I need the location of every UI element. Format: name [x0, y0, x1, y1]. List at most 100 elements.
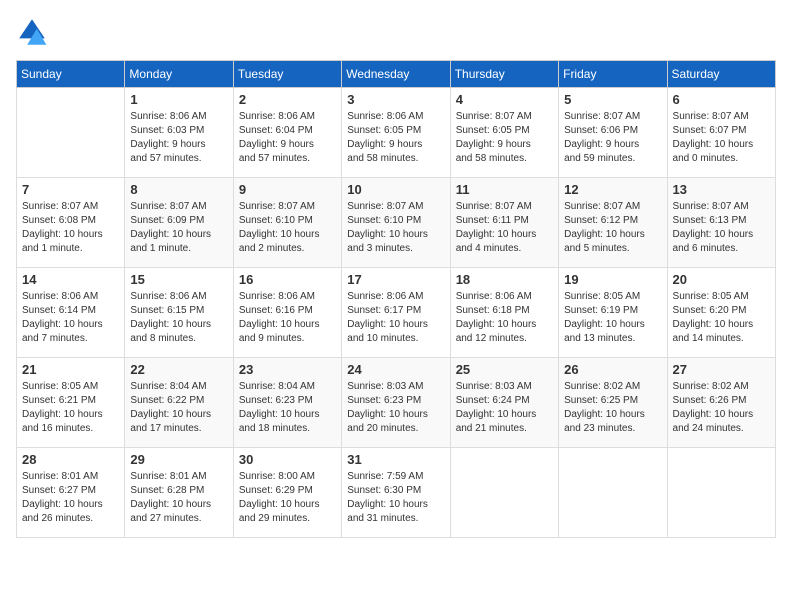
day-info: Sunrise: 8:06 AM Sunset: 6:18 PM Dayligh… — [456, 290, 553, 346]
day-info: Sunrise: 8:06 AM Sunset: 6:15 PM Dayligh… — [130, 290, 227, 346]
day-number: 5 — [564, 92, 661, 107]
calendar-cell — [559, 448, 667, 538]
calendar-cell: 14Sunrise: 8:06 AM Sunset: 6:14 PM Dayli… — [17, 268, 125, 358]
day-info: Sunrise: 7:59 AM Sunset: 6:30 PM Dayligh… — [347, 470, 444, 526]
day-info: Sunrise: 8:04 AM Sunset: 6:23 PM Dayligh… — [239, 380, 336, 436]
calendar-cell: 15 Sunrise: 8:06 AM Sunset: 6:15 PM Dayli… — [125, 268, 233, 358]
calendar-cell: 5Sunrise: 8:07 AM Sunset: 6:06 PM Daylig… — [559, 88, 667, 178]
day-number: 17 — [347, 272, 444, 287]
day-of-week-header: Saturday — [667, 61, 775, 88]
day-info: Sunrise: 8:06 AM Sunset: 6:05 PM Dayligh… — [347, 110, 444, 166]
calendar-cell: 20 Sunrise: 8:05 AM Sunset: 6:20 PM Dayli… — [667, 268, 775, 358]
day-info: Sunrise: 8:07 AM Sunset: 6:10 PM Dayligh… — [239, 200, 336, 256]
day-number: 11 — [456, 182, 553, 197]
calendar-cell: 2 Sunrise: 8:06 AM Sunset: 6:04 PM Daylig… — [233, 88, 341, 178]
day-info: Sunrise: 8:01 AM Sunset: 6:27 PM Dayligh… — [22, 470, 119, 526]
day-of-week-header: Wednesday — [342, 61, 450, 88]
calendar-cell: 1 Sunrise: 8:06 AM Sunset: 6:03 PM Daylig… — [125, 88, 233, 178]
calendar-cell: 17Sunrise: 8:06 AM Sunset: 6:17 PM Dayli… — [342, 268, 450, 358]
day-number: 19 — [564, 272, 661, 287]
day-info: Sunrise: 8:00 AM Sunset: 6:29 PM Dayligh… — [239, 470, 336, 526]
day-number: 9 — [239, 182, 336, 197]
day-number: 1 — [130, 92, 227, 107]
calendar-cell: 24Sunrise: 8:03 AM Sunset: 6:23 PM Dayli… — [342, 358, 450, 448]
day-number: 28 — [22, 452, 119, 467]
calendar-cell: 30Sunrise: 8:00 AM Sunset: 6:29 PM Dayli… — [233, 448, 341, 538]
day-of-week-header: Sunday — [17, 61, 125, 88]
calendar-week-row: 21 Sunrise: 8:05 AM Sunset: 6:21 PM Dayli… — [17, 358, 776, 448]
day-number: 22 — [130, 362, 227, 377]
day-of-week-header: Tuesday — [233, 61, 341, 88]
calendar-cell: 26Sunrise: 8:02 AM Sunset: 6:25 PM Dayli… — [559, 358, 667, 448]
calendar-cell: 7 Sunrise: 8:07 AM Sunset: 6:08 PM Daylig… — [17, 178, 125, 268]
day-number: 21 — [22, 362, 119, 377]
calendar-cell: 8 Sunrise: 8:07 AM Sunset: 6:09 PM Daylig… — [125, 178, 233, 268]
calendar-cell: 9 Sunrise: 8:07 AM Sunset: 6:10 PM Daylig… — [233, 178, 341, 268]
day-info: Sunrise: 8:05 AM Sunset: 6:21 PM Dayligh… — [22, 380, 119, 436]
day-number: 20 — [673, 272, 770, 287]
day-info: Sunrise: 8:07 AM Sunset: 6:13 PM Dayligh… — [673, 200, 770, 256]
calendar-cell: 19 Sunrise: 8:05 AM Sunset: 6:19 PM Dayli… — [559, 268, 667, 358]
day-number: 29 — [130, 452, 227, 467]
day-number: 27 — [673, 362, 770, 377]
day-number: 13 — [673, 182, 770, 197]
calendar-cell: 6Sunrise: 8:07 AM Sunset: 6:07 PM Daylig… — [667, 88, 775, 178]
day-info: Sunrise: 8:07 AM Sunset: 6:07 PM Dayligh… — [673, 110, 770, 166]
calendar-cell: 22 Sunrise: 8:04 AM Sunset: 6:22 PM Dayli… — [125, 358, 233, 448]
day-info: Sunrise: 8:02 AM Sunset: 6:26 PM Dayligh… — [673, 380, 770, 436]
calendar-cell: 12Sunrise: 8:07 AM Sunset: 6:12 PM Dayli… — [559, 178, 667, 268]
day-number: 4 — [456, 92, 553, 107]
day-number: 25 — [456, 362, 553, 377]
day-of-week-header: Monday — [125, 61, 233, 88]
day-number: 3 — [347, 92, 444, 107]
day-number: 14 — [22, 272, 119, 287]
day-info: Sunrise: 8:07 AM Sunset: 6:10 PM Dayligh… — [347, 200, 444, 256]
calendar-cell: 23Sunrise: 8:04 AM Sunset: 6:23 PM Dayli… — [233, 358, 341, 448]
calendar-cell — [667, 448, 775, 538]
calendar-week-row: 7 Sunrise: 8:07 AM Sunset: 6:08 PM Daylig… — [17, 178, 776, 268]
day-info: Sunrise: 8:03 AM Sunset: 6:24 PM Dayligh… — [456, 380, 553, 436]
logo — [16, 16, 52, 48]
day-of-week-header: Friday — [559, 61, 667, 88]
calendar-cell: 21 Sunrise: 8:05 AM Sunset: 6:21 PM Dayli… — [17, 358, 125, 448]
page-header — [16, 16, 776, 48]
day-number: 7 — [22, 182, 119, 197]
day-info: Sunrise: 8:07 AM Sunset: 6:08 PM Dayligh… — [22, 200, 119, 256]
day-info: Sunrise: 8:05 AM Sunset: 6:19 PM Dayligh… — [564, 290, 661, 346]
calendar-cell: 13 Sunrise: 8:07 AM Sunset: 6:13 PM Dayli… — [667, 178, 775, 268]
calendar-cell: 11 Sunrise: 8:07 AM Sunset: 6:11 PM Dayli… — [450, 178, 558, 268]
calendar-cell: 3 Sunrise: 8:06 AM Sunset: 6:05 PM Daylig… — [342, 88, 450, 178]
day-info: Sunrise: 8:06 AM Sunset: 6:03 PM Dayligh… — [130, 110, 227, 166]
calendar-cell — [17, 88, 125, 178]
day-number: 2 — [239, 92, 336, 107]
day-number: 8 — [130, 182, 227, 197]
logo-icon — [16, 16, 48, 48]
day-number: 12 — [564, 182, 661, 197]
day-info: Sunrise: 8:06 AM Sunset: 6:04 PM Dayligh… — [239, 110, 336, 166]
day-number: 31 — [347, 452, 444, 467]
calendar-cell: 10 Sunrise: 8:07 AM Sunset: 6:10 PM Dayli… — [342, 178, 450, 268]
day-number: 26 — [564, 362, 661, 377]
calendar-week-row: 28 Sunrise: 8:01 AM Sunset: 6:27 PM Dayli… — [17, 448, 776, 538]
day-number: 10 — [347, 182, 444, 197]
calendar-cell: 4 Sunrise: 8:07 AM Sunset: 6:05 PM Daylig… — [450, 88, 558, 178]
calendar-header-row: SundayMondayTuesdayWednesdayThursdayFrid… — [17, 61, 776, 88]
calendar-cell: 18 Sunrise: 8:06 AM Sunset: 6:18 PM Dayli… — [450, 268, 558, 358]
calendar-cell: 27 Sunrise: 8:02 AM Sunset: 6:26 PM Dayli… — [667, 358, 775, 448]
day-info: Sunrise: 8:04 AM Sunset: 6:22 PM Dayligh… — [130, 380, 227, 436]
calendar-cell: 25 Sunrise: 8:03 AM Sunset: 6:24 PM Dayli… — [450, 358, 558, 448]
day-info: Sunrise: 8:07 AM Sunset: 6:11 PM Dayligh… — [456, 200, 553, 256]
day-number: 18 — [456, 272, 553, 287]
day-number: 24 — [347, 362, 444, 377]
day-of-week-header: Thursday — [450, 61, 558, 88]
day-info: Sunrise: 8:07 AM Sunset: 6:05 PM Dayligh… — [456, 110, 553, 166]
day-info: Sunrise: 8:07 AM Sunset: 6:09 PM Dayligh… — [130, 200, 227, 256]
calendar-cell: 31 Sunrise: 7:59 AM Sunset: 6:30 PM Dayli… — [342, 448, 450, 538]
day-info: Sunrise: 8:06 AM Sunset: 6:16 PM Dayligh… — [239, 290, 336, 346]
day-number: 15 — [130, 272, 227, 287]
day-number: 16 — [239, 272, 336, 287]
day-info: Sunrise: 8:01 AM Sunset: 6:28 PM Dayligh… — [130, 470, 227, 526]
calendar-table: SundayMondayTuesdayWednesdayThursdayFrid… — [16, 60, 776, 538]
calendar-cell: 28 Sunrise: 8:01 AM Sunset: 6:27 PM Dayli… — [17, 448, 125, 538]
day-info: Sunrise: 8:05 AM Sunset: 6:20 PM Dayligh… — [673, 290, 770, 346]
